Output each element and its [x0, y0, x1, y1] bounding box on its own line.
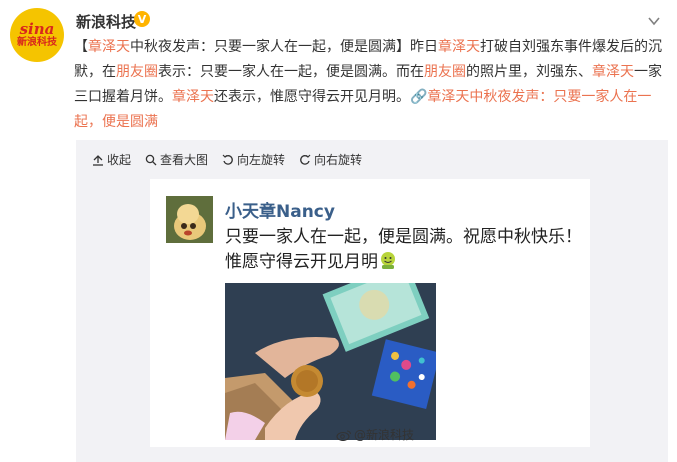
account-name[interactable]: 新浪科技: [76, 11, 136, 32]
rotate-left-button[interactable]: 向左旋转: [222, 151, 285, 168]
card-text: 只要一家人在一起，便是圆满。祝愿中秋快乐！惟愿守得云开见月明: [225, 225, 585, 275]
topic-link[interactable]: 朋友圈: [424, 64, 466, 80]
collapse-button[interactable]: 收起: [92, 151, 131, 168]
topic-link[interactable]: 章泽天: [592, 64, 634, 80]
post-text-segment: 还表示，惟愿守得云开见月明。: [214, 89, 410, 105]
post-text-segment: 表示：只要一家人在一起，便是圆满。而在: [158, 64, 424, 80]
mooncake-photo: [225, 283, 436, 440]
view-large-label: 查看大图: [160, 153, 209, 167]
rotate-right-button[interactable]: 向右旋转: [299, 151, 362, 168]
topic-link[interactable]: 章泽天: [172, 89, 214, 105]
topic-link[interactable]: 章泽天: [438, 39, 480, 55]
chevron-down-icon[interactable]: [647, 14, 661, 28]
smiling-face-emoji: [381, 252, 395, 269]
sina-logo-subtext: 新浪科技: [17, 36, 57, 48]
watermark-text: @新浪科技: [354, 428, 415, 442]
magnifier-icon: [145, 154, 157, 165]
rotate-left-icon: [222, 154, 233, 165]
verified-badge-icon: V: [134, 11, 150, 27]
media-toolbar: 收起 查看大图 向左旋转 向右旋转: [92, 151, 376, 168]
rotate-right-icon: [300, 154, 311, 165]
collapse-label: 收起: [107, 153, 132, 167]
topic-link[interactable]: 朋友圈: [116, 64, 158, 80]
card-user-name: 小天章Nancy: [225, 202, 335, 222]
post-image[interactable]: 小天章Nancy 只要一家人在一起，便是圆满。祝愿中秋快乐！惟愿守得云开见月明: [150, 179, 590, 447]
collapse-icon: [93, 154, 103, 166]
sina-logo-text: sina: [19, 19, 55, 38]
account-avatar[interactable]: sina 新浪科技: [10, 8, 64, 62]
post-text: 【章泽天中秋夜发声：只要一家人在一起，便是圆满】昨日章泽天打破自刘强东事件爆发后…: [74, 35, 666, 135]
card-message: 只要一家人在一起，便是圆满。祝愿中秋快乐！惟愿守得云开见月明: [225, 227, 582, 272]
post-text-segment: 中秋夜发声：只要一家人在一起，便是圆满】昨日: [130, 39, 438, 55]
rotate-right-label: 向右旋转: [314, 153, 363, 167]
media-panel: 收起 查看大图 向左旋转 向右旋转 小天章Nancy 只要一家人在一起，便是圆满…: [76, 140, 668, 462]
mooncake-photo-image: [225, 283, 436, 440]
view-large-button[interactable]: 查看大图: [145, 151, 208, 168]
watermark: @新浪科技: [336, 426, 414, 443]
post-text-segment: 【: [74, 39, 88, 55]
rotate-left-label: 向左旋转: [237, 153, 286, 167]
duck-avatar-image: [166, 196, 213, 243]
card-avatar: [166, 196, 213, 243]
topic-link[interactable]: 章泽天: [88, 39, 130, 55]
post-text-segment: 的照片里，刘强东、: [466, 64, 592, 80]
weibo-logo-icon: [336, 430, 351, 441]
